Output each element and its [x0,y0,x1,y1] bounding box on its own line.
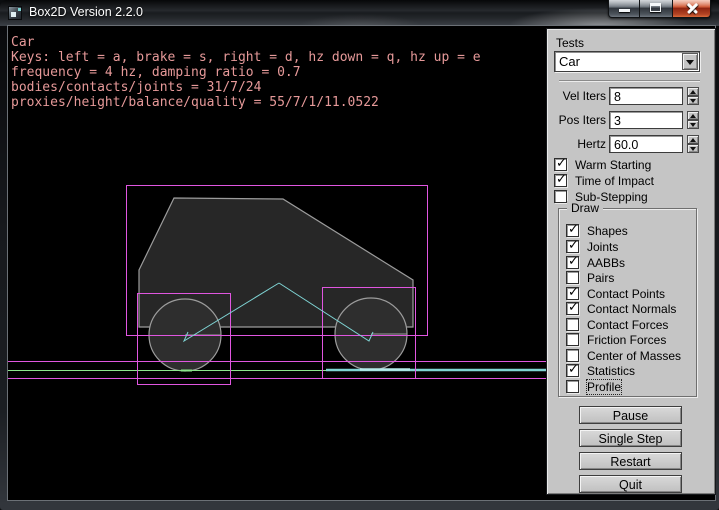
quit-button[interactable]: Quit [579,475,682,493]
checkbox-box [566,271,579,284]
tests-dropdown-value: Car [559,54,580,69]
checkbox-box [566,364,579,377]
checkbox-label: Time of Impact [575,174,654,188]
pos-iters-row: Pos Iters 3 [547,111,715,129]
checkbox-label: Statistics [587,364,635,378]
stat-line-test-name: Car [11,35,34,50]
hertz-field[interactable]: 60.0 [609,135,683,153]
checkbox-box [554,174,567,187]
checkbox-label: Friction Forces [587,333,666,347]
checkbox-label: Shapes [587,224,628,238]
checkbox-box [566,256,579,269]
checkbox-box [566,318,579,331]
checkbox-box [566,380,579,393]
tests-label: Tests [556,36,584,50]
minimize-icon [619,9,630,12]
checkbox-box [554,158,567,171]
pos-iters-field[interactable]: 3 [609,111,683,129]
checkbox-box [554,190,567,203]
checkbox-box [566,287,579,300]
titlebar[interactable]: Box2D Version 2.2.0 [0,0,719,26]
checkbox-label: Joints [587,240,618,254]
restart-button[interactable]: Restart [579,452,682,470]
checkbox-label: Profile [587,380,621,394]
app-icon [8,6,22,20]
checkbox-box [566,302,579,315]
checkbox-label: AABBs [587,256,625,270]
spinner-down-icon[interactable] [687,144,699,153]
separator [559,80,700,82]
contact-point [181,370,192,372]
spinner-up-icon[interactable] [687,135,699,144]
spinner-up-icon[interactable] [687,87,699,96]
checkbox-label: Center of Masses [587,349,681,363]
hertz-label: Hertz [547,137,606,151]
checkbox-label: Pairs [587,271,614,285]
control-panel: Tests Car Vel Iters 8 Pos Iters 3 [547,29,715,494]
pause-button[interactable]: Pause [579,406,682,424]
hertz-row: Hertz 60.0 [547,135,715,153]
gl-viewport: Car Keys: left = a, brake = s, right = d… [8,26,715,500]
vel-iters-spinner [687,87,699,105]
close-button[interactable] [672,0,711,18]
app-window: Box2D Version 2.2.0 [0,0,719,510]
stat-line-proxies: proxies/height/balance/quality = 55/7/1/… [11,95,379,110]
hertz-spinner [687,135,699,153]
caption-buttons [608,0,711,18]
stat-line-keys: Keys: left = a, brake = s, right = d, hz… [11,50,481,65]
spinner-down-icon[interactable] [687,96,699,105]
checkbox-box [566,240,579,253]
checkbox-label: Contact Normals [587,302,676,316]
draw-group-title: Draw [567,201,603,215]
spinner-up-icon[interactable] [687,111,699,120]
spinner-down-icon[interactable] [687,120,699,129]
chevron-down-icon [686,60,694,65]
checkbox-label: Contact Forces [587,318,668,332]
tests-dropdown[interactable]: Car [554,51,700,72]
vel-iters-label: Vel Iters [547,89,606,103]
vel-iters-row: Vel Iters 8 [547,87,715,105]
window-title: Box2D Version 2.2.0 [29,5,143,19]
checkbox-box [566,333,579,346]
vel-iters-field[interactable]: 8 [609,87,683,105]
maximize-button[interactable] [640,0,672,18]
pos-iters-label: Pos Iters [547,113,606,127]
pos-iters-spinner [687,111,699,129]
maximize-icon [650,3,661,12]
dropdown-arrow-button[interactable] [682,53,698,70]
checkbox-box [566,349,579,362]
checkbox-box [566,224,579,237]
checkbox-label: Warm Starting [575,158,651,172]
minimize-button[interactable] [608,0,640,18]
stat-line-frequency: frequency = 4 hz, damping ratio = 0.7 [11,65,301,80]
stat-line-bodies: bodies/contacts/joints = 31/7/24 [11,80,261,95]
checkbox-label: Contact Points [587,287,665,301]
single-step-button[interactable]: Single Step [579,429,682,447]
